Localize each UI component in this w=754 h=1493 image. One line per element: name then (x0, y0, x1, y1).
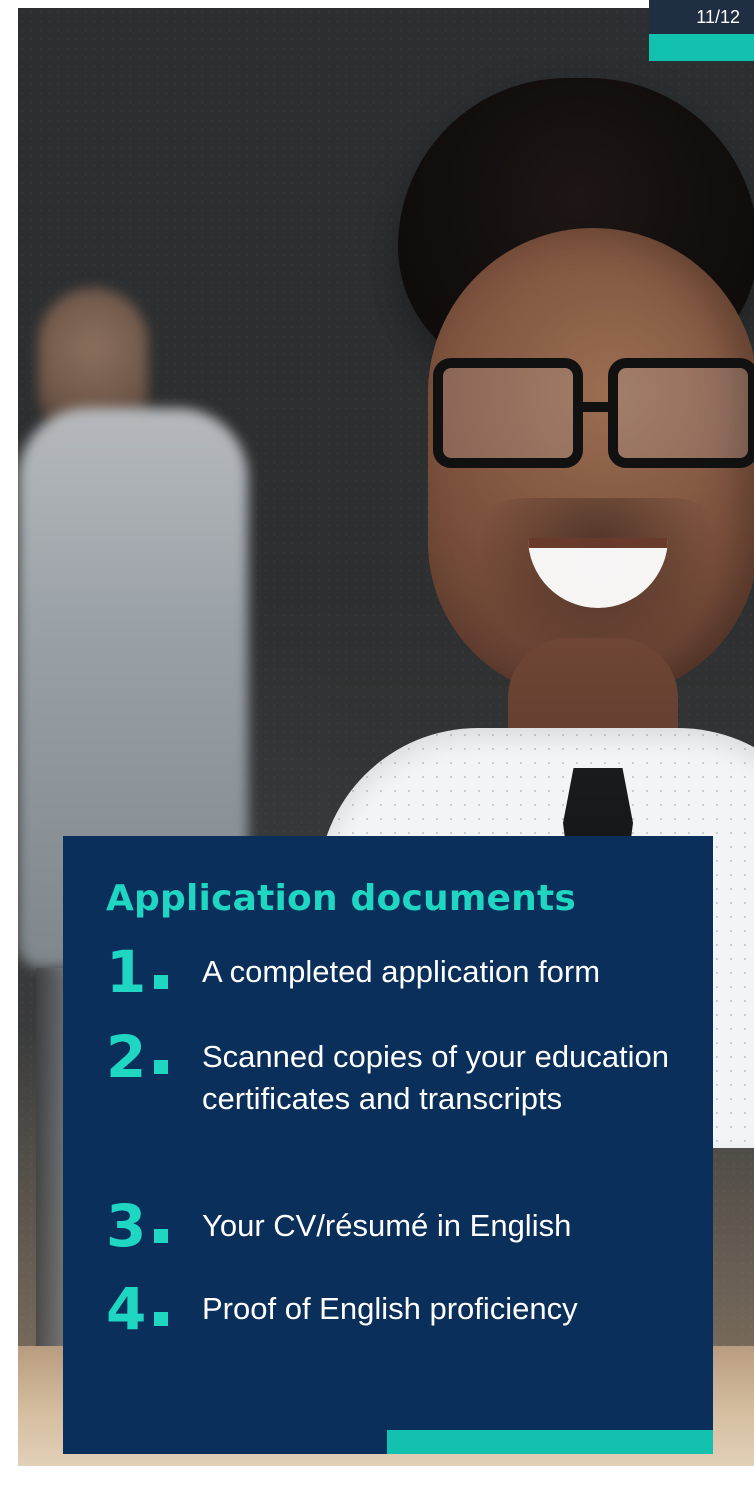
page-indicator: 11/12 (649, 0, 754, 34)
glasses-lens-left (433, 358, 583, 468)
list-number-digit: 2 (106, 1023, 147, 1091)
list-item: 4 Proof of English proficiency (106, 1275, 683, 1343)
teal-corner-accent (649, 34, 754, 61)
list-number: 4 (106, 1275, 202, 1343)
list-number: 1 (106, 938, 202, 1006)
person-glasses (433, 358, 754, 468)
page-indicator-text: 11/12 (696, 7, 740, 27)
list-number-square (154, 1229, 169, 1243)
list-number-square (154, 1312, 169, 1326)
list-item-text: A completed application form (202, 954, 601, 989)
application-documents-card: Application documents 1 A completed appl… (63, 836, 713, 1454)
list-number-square (154, 975, 169, 989)
card-teal-accent-bar (387, 1430, 713, 1454)
page: 11/12 Application documents 1 A complete… (0, 0, 754, 1493)
list-item-text: Scanned copies of your education certifi… (202, 1039, 670, 1116)
list-number: 2 (106, 1023, 202, 1091)
list-item: 3 Your CV/résumé in English (106, 1192, 683, 1260)
list-number-digit: 3 (106, 1192, 147, 1260)
list-number: 3 (106, 1192, 202, 1260)
list-item-text: Your CV/résumé in English (202, 1208, 572, 1243)
list-number-digit: 1 (106, 938, 147, 1006)
card-title: Application documents (106, 878, 577, 919)
glasses-lens-right (608, 358, 754, 468)
list-item: 2 Scanned copies of your education certi… (106, 1023, 683, 1120)
list-number-square (154, 1060, 169, 1074)
list-number-digit: 4 (106, 1275, 147, 1343)
list-item-text: Proof of English proficiency (202, 1291, 578, 1326)
list-item: 1 A completed application form (106, 938, 683, 1006)
